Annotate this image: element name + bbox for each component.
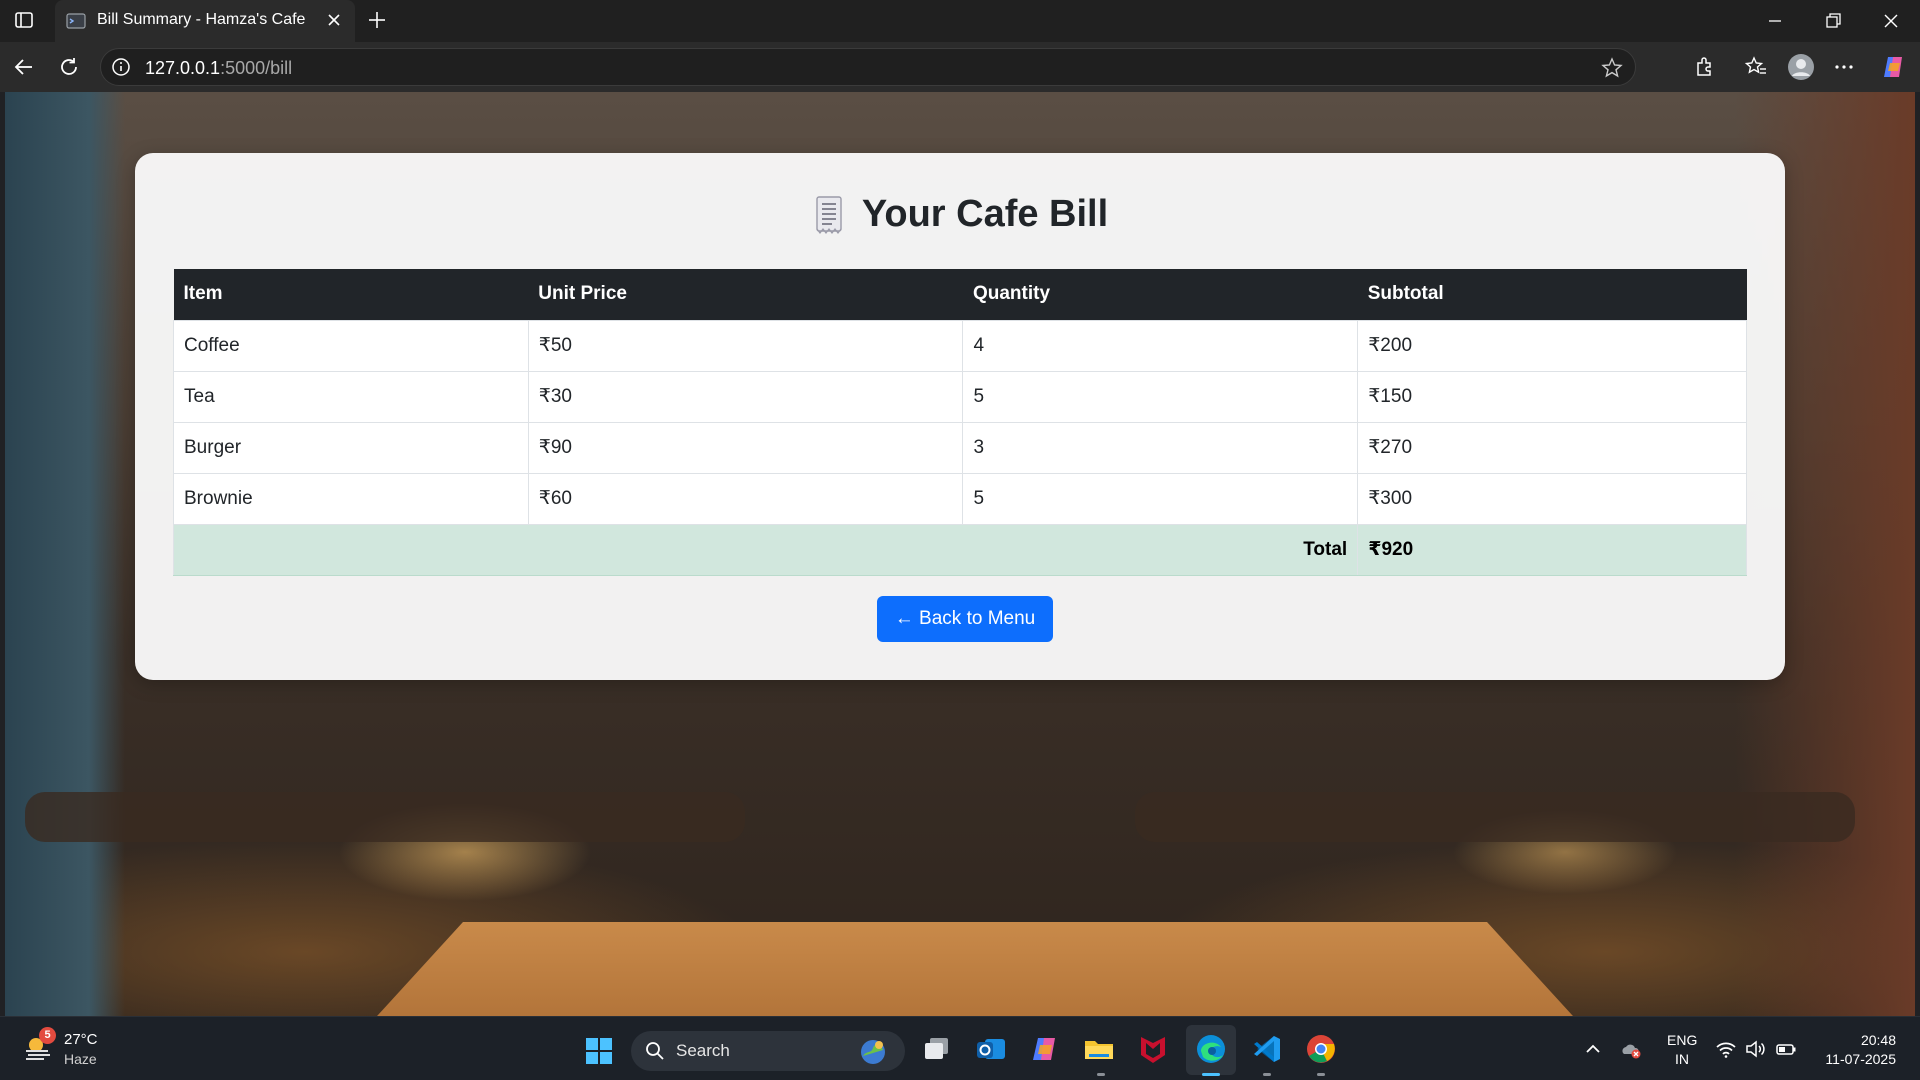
cell-subtotal: ₹270	[1357, 421, 1747, 473]
back-to-menu-button[interactable]: ← Back to Menu	[877, 596, 1053, 642]
cell-unit-price: ₹90	[528, 421, 964, 473]
bill-card: Your Cafe Bill Item Unit Price Quantity …	[135, 153, 1785, 680]
running-app-indicator	[1097, 1073, 1105, 1076]
cell-quantity: 3	[962, 421, 1359, 473]
battery-icon[interactable]	[1775, 1038, 1797, 1060]
back-arrow-icon[interactable]	[12, 55, 36, 79]
file-explorer-icon[interactable]	[1083, 1033, 1115, 1065]
cell-item: Brownie	[173, 472, 529, 524]
active-app-indicator	[1202, 1073, 1220, 1076]
header-quantity: Quantity	[962, 269, 1358, 320]
url-host: 127.0.0.1	[145, 58, 221, 78]
vscode-icon[interactable]	[1251, 1033, 1283, 1065]
chrome-icon[interactable]	[1305, 1033, 1337, 1065]
favorites-icon[interactable]	[1744, 55, 1768, 79]
url-text: 127.0.0.1:5000/bill	[145, 58, 292, 79]
system-clock[interactable]: 20:48 11-07-2025	[1808, 1031, 1896, 1069]
windows-start-icon[interactable]	[585, 1037, 613, 1065]
cell-subtotal: ₹150	[1357, 370, 1747, 422]
weather-description[interactable]: Haze	[64, 1051, 97, 1067]
region-code: IN	[1675, 1051, 1689, 1067]
show-hidden-icons-chevron-up-icon[interactable]	[1582, 1038, 1604, 1060]
bill-table: Item Unit Price Quantity Subtotal Coffee…	[172, 269, 1747, 576]
background-wall	[5, 92, 125, 1016]
cell-subtotal: ₹300	[1357, 472, 1747, 524]
cell-quantity: 5	[962, 370, 1359, 422]
input-language-indicator[interactable]: ENG IN	[1667, 1031, 1697, 1069]
page-favicon-icon	[66, 13, 86, 29]
cell-quantity: 4	[962, 319, 1359, 371]
onedrive-error-icon[interactable]	[1620, 1038, 1642, 1060]
search-icon	[646, 1042, 664, 1060]
clock-date: 11-07-2025	[1825, 1051, 1896, 1067]
address-bar[interactable]: 127.0.0.1:5000/bill	[100, 48, 1636, 86]
copilot-icon[interactable]	[1880, 53, 1908, 81]
minimize-window-icon[interactable]	[1764, 10, 1786, 32]
browser-toolbar: 127.0.0.1:5000/bill	[0, 42, 1920, 92]
clock-time: 20:48	[1860, 1032, 1896, 1048]
cell-unit-price: ₹30	[528, 370, 964, 422]
background-table	[335, 922, 1615, 1016]
cell-item: Burger	[173, 421, 529, 473]
taskbar: 5 27°C Haze Search ENG IN 20:48 11-07-20…	[0, 1016, 1920, 1080]
header-unit-price: Unit Price	[528, 269, 963, 320]
total-row: Total ₹920	[172, 523, 1747, 576]
reload-icon[interactable]	[57, 55, 81, 79]
cell-quantity: 5	[962, 472, 1359, 524]
header-item: Item	[173, 269, 529, 320]
profile-avatar-icon[interactable]	[1787, 53, 1815, 81]
copilot-app-icon[interactable]	[1029, 1033, 1061, 1065]
wifi-icon[interactable]	[1715, 1038, 1737, 1060]
page-title-text: Your Cafe Bill	[861, 193, 1109, 235]
header-subtotal: Subtotal	[1357, 269, 1747, 320]
table-row: Coffee ₹50 4 ₹200	[173, 319, 1747, 371]
taskbar-search-box[interactable]: Search	[631, 1031, 905, 1071]
close-tab-icon[interactable]	[325, 11, 343, 29]
sidebar-toggle-icon[interactable]	[14, 10, 34, 30]
table-row: Burger ₹90 3 ₹270	[173, 421, 1747, 473]
table-row: Brownie ₹60 5 ₹300	[173, 472, 1747, 524]
cell-item: Tea	[173, 370, 529, 422]
language-code: ENG	[1667, 1032, 1698, 1048]
cell-item: Coffee	[173, 319, 529, 371]
more-options-icon[interactable]	[1832, 55, 1856, 79]
search-placeholder: Search	[676, 1041, 730, 1060]
edge-browser-icon[interactable]	[1195, 1033, 1227, 1065]
weather-notification-badge: 5	[39, 1027, 56, 1044]
browser-title-bar: Bill Summary - Hamza's Cafe	[0, 0, 1920, 42]
mcafee-icon[interactable]	[1137, 1033, 1169, 1065]
restore-window-icon[interactable]	[1822, 10, 1844, 32]
background-bench	[1135, 792, 1855, 842]
total-value: ₹920	[1357, 523, 1747, 576]
task-view-icon[interactable]	[921, 1033, 953, 1065]
favorite-star-icon[interactable]	[1601, 57, 1623, 79]
url-path: :5000/bill	[220, 58, 293, 78]
cell-unit-price: ₹60	[528, 472, 964, 524]
receipt-icon	[816, 195, 842, 234]
table-row: Tea ₹30 5 ₹150	[173, 370, 1747, 422]
site-info-icon[interactable]	[111, 57, 131, 77]
page-title: Your Cafe Bill	[135, 193, 1785, 236]
running-app-indicator	[1317, 1073, 1325, 1076]
background-bench	[25, 792, 745, 842]
total-label: Total	[172, 523, 1359, 576]
page-viewport: Your Cafe Bill Item Unit Price Quantity …	[5, 92, 1915, 1016]
outlook-icon[interactable]	[975, 1033, 1007, 1065]
volume-icon[interactable]	[1744, 1038, 1766, 1060]
browser-tab-active[interactable]: Bill Summary - Hamza's Cafe	[55, 0, 355, 42]
tab-title: Bill Summary - Hamza's Cafe	[97, 11, 306, 28]
new-tab-icon[interactable]	[366, 9, 388, 31]
close-window-icon[interactable]	[1880, 10, 1902, 32]
running-app-indicator	[1263, 1073, 1271, 1076]
cell-subtotal: ₹200	[1357, 319, 1747, 371]
table-header-row: Item Unit Price Quantity Subtotal	[173, 269, 1747, 320]
search-highlight-icon	[861, 1040, 885, 1064]
weather-temperature[interactable]: 27°C	[64, 1031, 98, 1048]
cell-unit-price: ₹50	[528, 319, 964, 371]
extensions-icon[interactable]	[1692, 55, 1716, 79]
